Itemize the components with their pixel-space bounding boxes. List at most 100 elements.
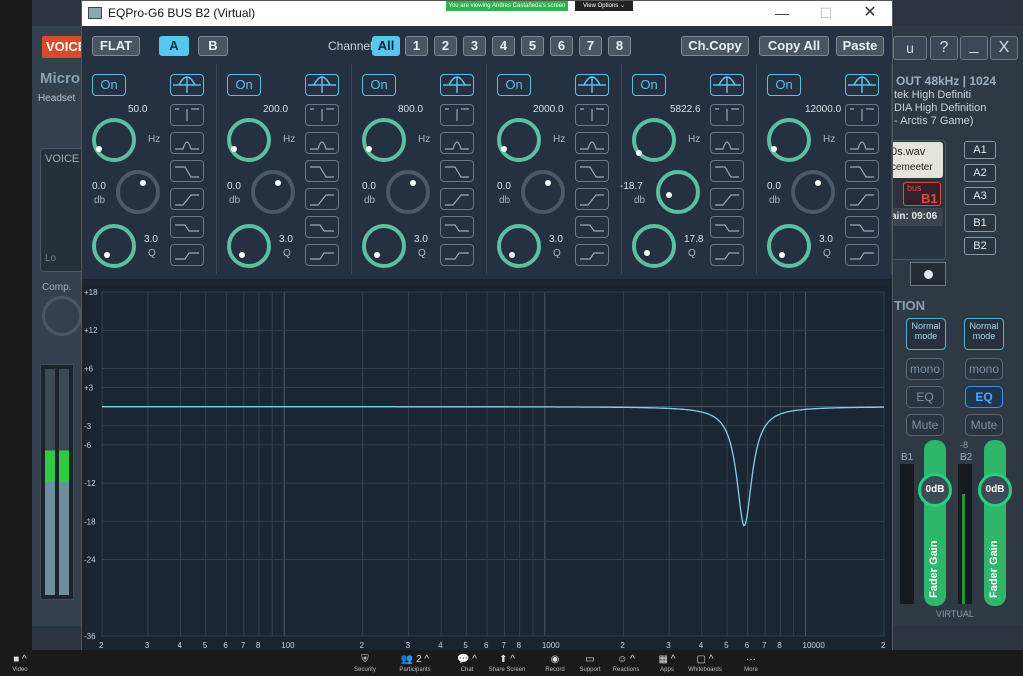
band-type-selected-button[interactable] — [170, 74, 204, 96]
eq-response-graph[interactable]: +18 +12 +6 +3 -3 -6 -12 -18 -24 -36 2 3 4 5 6 7 8 100 2 3 4 5… — [82, 286, 892, 652]
band-freq-knob[interactable] — [767, 118, 811, 162]
band-type-option-button[interactable] — [305, 216, 339, 238]
copy-all-button[interactable]: Copy All — [759, 36, 829, 56]
band-type-option-button[interactable] — [575, 104, 609, 126]
zoom-more-button[interactable]: ··· More — [731, 654, 771, 673]
window-maximize-button[interactable]: ☐ — [804, 3, 848, 23]
band-type-option-button[interactable] — [440, 188, 474, 210]
eq-button-b1[interactable]: EQ — [906, 386, 944, 408]
band-gain-knob[interactable] — [251, 170, 295, 214]
band-freq-knob[interactable] — [632, 118, 676, 162]
band-gain-knob[interactable] — [521, 170, 565, 214]
band-type-option-button[interactable] — [575, 188, 609, 210]
band-q-knob[interactable] — [227, 224, 271, 268]
app-minimize-button[interactable]: _ — [960, 36, 988, 60]
channel-1-button[interactable]: 1 — [405, 36, 428, 56]
route-b1-button[interactable]: B1 — [964, 214, 996, 232]
fader-knob-b2[interactable]: 0dB — [978, 473, 1012, 507]
band-type-option-button[interactable] — [710, 216, 744, 238]
band-on-button[interactable]: On — [767, 74, 801, 96]
band-on-button[interactable]: On — [362, 74, 396, 96]
band-gain-knob[interactable] — [386, 170, 430, 214]
fader-knob-b1[interactable]: 0dB — [918, 473, 952, 507]
band-type-option-button[interactable] — [440, 216, 474, 238]
mono-button-b1[interactable]: mono — [906, 358, 944, 380]
zoom-support-button[interactable]: ▭ Support — [570, 654, 610, 673]
band-on-button[interactable]: On — [92, 74, 126, 96]
mono-button-b2[interactable]: mono — [965, 358, 1003, 380]
channel-4-button[interactable]: 4 — [492, 36, 515, 56]
channel-copy-button[interactable]: Ch.Copy — [681, 36, 749, 56]
band-type-option-button[interactable] — [845, 216, 879, 238]
band-type-option-button[interactable] — [305, 104, 339, 126]
band-freq-knob[interactable] — [497, 118, 541, 162]
zoom-whiteboards-button[interactable]: ▢ ^ Whiteboards — [685, 654, 725, 673]
zoom-reactions-button[interactable]: ☺ ^ Reactions — [606, 654, 646, 673]
band-type-option-button[interactable] — [440, 104, 474, 126]
band-type-option-button[interactable] — [170, 160, 204, 182]
band-on-button[interactable]: On — [227, 74, 261, 96]
preset-b-button[interactable]: B — [198, 36, 228, 56]
channel-6-button[interactable]: 6 — [550, 36, 573, 56]
band-type-option-button[interactable] — [845, 160, 879, 182]
band-type-option-button[interactable] — [305, 244, 339, 266]
band-type-option-button[interactable] — [845, 104, 879, 126]
normal-mode-button-b2[interactable]: Normal mode — [964, 318, 1004, 350]
mute-button-b1[interactable]: Mute — [906, 414, 944, 436]
band-on-button[interactable]: On — [497, 74, 531, 96]
band-type-selected-button[interactable] — [440, 74, 474, 96]
zoom-video-button[interactable]: ■ ^ Video — [0, 654, 40, 673]
band-type-option-button[interactable] — [170, 104, 204, 126]
band-q-knob[interactable] — [497, 224, 541, 268]
band-type-selected-button[interactable] — [710, 74, 744, 96]
zoom-record-button[interactable]: ◉ Record — [535, 654, 575, 673]
band-type-option-button[interactable] — [710, 160, 744, 182]
band-gain-knob[interactable] — [116, 170, 160, 214]
bus-b1-selector[interactable]: bus B1 — [903, 182, 941, 206]
route-b2-button[interactable]: B2 — [964, 237, 996, 255]
band-on-button[interactable]: On — [632, 74, 666, 96]
app-close-button[interactable]: X — [990, 36, 1018, 60]
zoom-share-screen-button[interactable]: ⬆ ^ Share Screen — [487, 654, 527, 673]
zoom-apps-button[interactable]: ▦ ^ Apps — [647, 654, 687, 673]
mute-button-b2[interactable]: Mute — [965, 414, 1003, 436]
band-type-option-button[interactable] — [575, 132, 609, 154]
band-gain-knob[interactable] — [791, 170, 835, 214]
band-type-option-button[interactable] — [710, 188, 744, 210]
channel-8-button[interactable]: 8 — [608, 36, 631, 56]
band-type-option-button[interactable] — [305, 160, 339, 182]
band-type-option-button[interactable] — [170, 216, 204, 238]
channel-7-button[interactable]: 7 — [579, 36, 602, 56]
record-button[interactable] — [910, 262, 946, 286]
channel-3-button[interactable]: 3 — [463, 36, 486, 56]
voice-button[interactable]: VOICE — [42, 36, 86, 58]
band-freq-knob[interactable] — [362, 118, 406, 162]
band-type-option-button[interactable] — [440, 160, 474, 182]
band-type-option-button[interactable] — [575, 244, 609, 266]
band-type-option-button[interactable] — [845, 188, 879, 210]
band-q-knob[interactable] — [362, 224, 406, 268]
band-q-knob[interactable] — [767, 224, 811, 268]
band-freq-knob[interactable] — [227, 118, 271, 162]
band-type-option-button[interactable] — [710, 132, 744, 154]
channel-5-button[interactable]: 5 — [521, 36, 544, 56]
zoom-security-button[interactable]: ⛨ Security — [345, 654, 385, 673]
window-minimize-button[interactable]: — — [760, 3, 804, 23]
window-close-button[interactable]: ✕ — [848, 3, 892, 23]
route-a1-button[interactable]: A1 — [964, 141, 996, 159]
band-freq-knob[interactable] — [92, 118, 136, 162]
band-type-option-button[interactable] — [710, 104, 744, 126]
eq-button-b2[interactable]: EQ — [965, 386, 1003, 408]
band-type-option-button[interactable] — [575, 216, 609, 238]
band-type-option-button[interactable] — [575, 160, 609, 182]
band-type-option-button[interactable] — [845, 244, 879, 266]
band-type-option-button[interactable] — [440, 132, 474, 154]
comp-knob[interactable] — [42, 296, 82, 336]
normal-mode-button-b1[interactable]: Normal mode — [906, 318, 946, 350]
channel-all-button[interactable]: All — [372, 36, 400, 56]
band-gain-knob[interactable] — [656, 170, 700, 214]
preset-a-button[interactable]: A — [159, 36, 189, 56]
route-a3-button[interactable]: A3 — [964, 187, 996, 205]
zoom-chat-button[interactable]: 💬 ^ Chat — [447, 654, 487, 673]
band-type-option-button[interactable] — [305, 188, 339, 210]
